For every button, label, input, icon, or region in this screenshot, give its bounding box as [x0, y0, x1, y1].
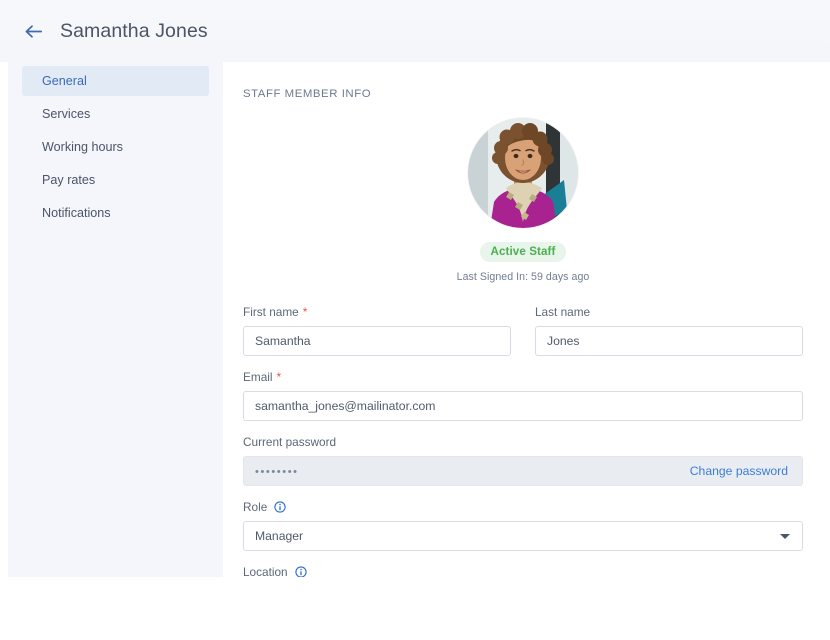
staff-info-form: First name * Last name [243, 305, 803, 577]
location-label-text: Location [243, 565, 288, 577]
sidebar-item-label: General [42, 74, 87, 88]
email-label: Email * [243, 370, 803, 384]
sidebar-item-services[interactable]: Services [22, 99, 209, 129]
current-password-label-text: Current password [243, 435, 337, 449]
sidebar-item-notifications[interactable]: Notifications [22, 198, 209, 228]
role-select[interactable]: Manager [243, 521, 803, 551]
email-field: Email * [243, 370, 803, 421]
role-label: Role [243, 500, 803, 514]
last-name-label: Last name [535, 305, 803, 319]
status-badge: Active Staff [479, 242, 567, 262]
email-row: Email * [243, 370, 803, 421]
section-title: STAFF MEMBER INFO [243, 88, 372, 100]
current-password-field: Current password •••••••• Change passwor… [243, 435, 803, 486]
required-asterisk: * [276, 370, 282, 384]
location-label: Location [243, 565, 803, 577]
page-title: Samantha Jones [60, 19, 208, 42]
staff-member-screen: Samantha Jones General Services Working … [0, 0, 830, 640]
sidebar-nav: General Services Working hours Pay rates… [8, 62, 223, 228]
role-label-text: Role [243, 500, 268, 514]
info-circle-icon[interactable] [274, 501, 286, 513]
last-name-input[interactable] [535, 326, 803, 356]
change-password-link[interactable]: Change password [690, 464, 788, 478]
role-field: Role Manager [243, 500, 803, 551]
required-asterisk: * [302, 305, 308, 319]
role-row: Role Manager [243, 500, 803, 551]
password-mask: •••••••• [255, 466, 299, 478]
email-input[interactable] [243, 391, 803, 421]
first-name-label: First name * [243, 305, 511, 319]
last-name-field: Last name [535, 305, 803, 356]
last-name-label-text: Last name [535, 305, 591, 319]
role-selected-value: Manager [255, 529, 304, 543]
current-password-label: Current password [243, 435, 803, 449]
general-settings-content: STAFF MEMBER INFO Active Staff Last Sign… [223, 62, 830, 577]
arrow-left-icon [24, 24, 43, 39]
first-name-field: First name * [243, 305, 511, 356]
info-circle-icon[interactable] [294, 566, 307, 577]
location-group: Location [243, 565, 803, 577]
name-row: First name * Last name [243, 305, 803, 356]
first-name-input[interactable] [243, 326, 511, 356]
page-header: Samantha Jones [0, 0, 830, 62]
last-signed-in-text: Last Signed In: 59 days ago [456, 271, 590, 283]
chevron-down-icon [780, 533, 790, 539]
sidebar-item-label: Services [42, 107, 91, 121]
avatar[interactable] [468, 118, 578, 228]
sidebar-item-working-hours[interactable]: Working hours [22, 132, 209, 162]
profile-summary: Active Staff Last Signed In: 59 days ago [243, 118, 803, 283]
email-label-text: Email [243, 370, 273, 384]
staff-detail-panel: Samantha Jones General Services Working … [0, 0, 830, 577]
current-password-display: •••••••• Change password [243, 456, 803, 486]
sidebar-item-label: Pay rates [42, 173, 96, 187]
settings-sidebar: General Services Working hours Pay rates… [8, 62, 223, 577]
first-name-label-text: First name [243, 305, 299, 319]
sidebar-item-label: Working hours [42, 140, 123, 154]
sidebar-item-pay-rates[interactable]: Pay rates [22, 165, 209, 195]
sidebar-item-general[interactable]: General [22, 66, 209, 96]
password-row: Current password •••••••• Change passwor… [243, 435, 803, 486]
back-button[interactable] [20, 18, 46, 44]
sidebar-item-label: Notifications [42, 206, 111, 220]
